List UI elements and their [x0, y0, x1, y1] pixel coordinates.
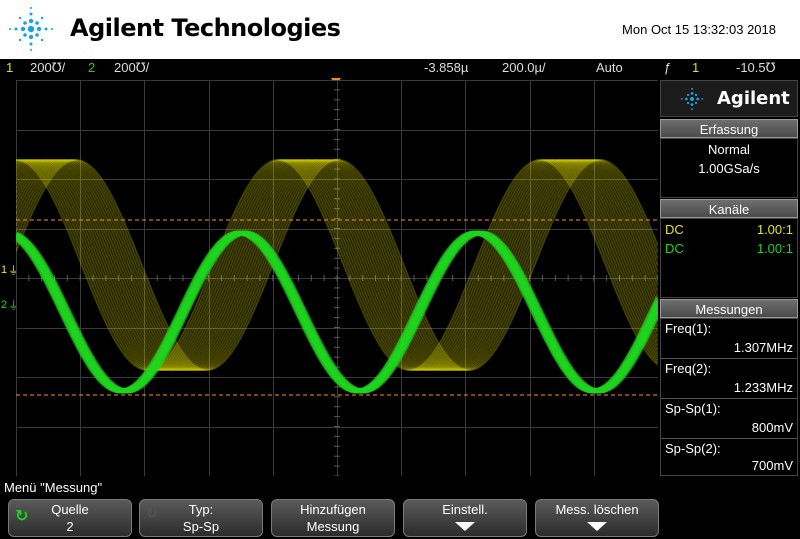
measurement-item: Freq(2): 1.233MHz — [661, 359, 797, 399]
measurement-value: 800mV — [751, 420, 793, 435]
softkey-label: Typ: — [188, 502, 214, 517]
softkey-label: Mess. löschen — [555, 502, 639, 517]
acquisition-section: Normal 1.00GSa/s — [660, 138, 798, 198]
ch2-number: 2 — [88, 60, 96, 75]
panel-logo: Agilent — [660, 80, 798, 117]
sample-rate: 1.00GSa/s — [698, 161, 760, 176]
softkey-label: Quelle — [51, 502, 89, 517]
ch2-scale[interactable]: 200℧/ — [114, 60, 149, 76]
timebase-scale[interactable]: 200.0µ/ — [502, 60, 546, 75]
ch1-coupling: DC — [665, 222, 684, 237]
ch2-coupling: DC — [665, 241, 684, 256]
softkey-label: Hinzufügen — [300, 502, 366, 517]
ch1-number: 1 — [6, 60, 14, 75]
measurement-value: 700mV — [751, 458, 793, 473]
horizontal-delay[interactable]: -3.858µ — [424, 60, 468, 75]
ch2-ground-marker[interactable]: 2 ⏚ — [0, 297, 19, 315]
channels-header: Kanäle — [660, 199, 798, 218]
softkey-source[interactable]: ↻ Quelle 2 — [8, 499, 132, 537]
softkey-value: Messung — [306, 519, 360, 534]
softkey-value: Sp-Sp — [182, 519, 220, 534]
acquisition-mode: Normal — [708, 142, 750, 157]
softkey-add-measurement[interactable]: Hinzufügen Messung — [271, 499, 395, 537]
submenu-arrow-icon — [587, 522, 607, 531]
measurement-label: Freq(2): — [665, 361, 712, 376]
waveform-graticule — [16, 80, 658, 476]
ch2-marker-label: 2 — [1, 299, 8, 311]
measurement-label: Sp-Sp(1): — [665, 401, 721, 416]
ch2-probe: 1.00:1 — [756, 241, 793, 256]
measurement-item: Sp-Sp(1): 800mV — [661, 399, 797, 439]
measurement-label: Freq(1): — [665, 321, 712, 336]
softkey-clear-measurements[interactable]: Mess. löschen — [535, 499, 659, 537]
ch1-probe: 1.00:1 — [756, 222, 793, 237]
waveform-display[interactable] — [16, 80, 658, 476]
softkey-type[interactable]: ↻ Typ: Sp-Sp — [139, 499, 263, 537]
submenu-arrow-icon — [455, 522, 475, 531]
measurements-section: Freq(1): 1.307MHz Freq(2): 1.233MHz Sp-S… — [660, 318, 798, 476]
trigger-source[interactable]: 1 — [692, 60, 699, 75]
softkey-value: 2 — [66, 519, 74, 534]
ch1-scale[interactable]: 200℧/ — [30, 60, 65, 76]
softkey-label: Einstell. — [442, 502, 488, 517]
measurements-header: Messungen — [660, 299, 798, 318]
channels-section: DC 1.00:1 DC 1.00:1 — [660, 218, 798, 298]
measurement-item: Freq(1): 1.307MHz — [661, 319, 797, 359]
menu-title: Menü "Messung" — [4, 480, 103, 495]
ch1-ground-marker[interactable]: 1 ⏚ — [0, 262, 19, 280]
right-info-panel: Agilent Erfassung Normal 1.00GSa/s Kanäl… — [660, 80, 798, 476]
acquisition-header: Erfassung — [660, 119, 798, 138]
panel-logo-text: Agilent — [717, 88, 790, 109]
agilent-spark-icon — [680, 87, 704, 111]
header-bar: Agilent Technologies Mon Oct 15 13:32:03… — [0, 0, 800, 59]
measurement-item: Sp-Sp(2): 700mV — [661, 439, 797, 475]
brand-title: Agilent Technologies — [70, 14, 341, 42]
status-bar: 1 200℧/ 2 200℧/ -3.858µ 200.0µ/ Auto ƒ 1… — [0, 59, 800, 78]
softkey-settings[interactable]: Einstell. — [403, 499, 527, 537]
trigger-level[interactable]: -10.5℧ — [736, 60, 776, 76]
measurement-label: Sp-Sp(2): — [665, 441, 721, 456]
trigger-mode[interactable]: Auto — [596, 60, 623, 75]
ch1-marker-label: 1 — [1, 264, 8, 276]
measurement-value: 1.307MHz — [733, 340, 793, 355]
trigger-edge-icon: ƒ — [664, 60, 672, 75]
datetime-display: Mon Oct 15 13:32:03 2018 — [622, 22, 776, 37]
agilent-spark-logo-icon — [9, 7, 53, 51]
measurement-value: 1.233MHz — [733, 380, 793, 395]
